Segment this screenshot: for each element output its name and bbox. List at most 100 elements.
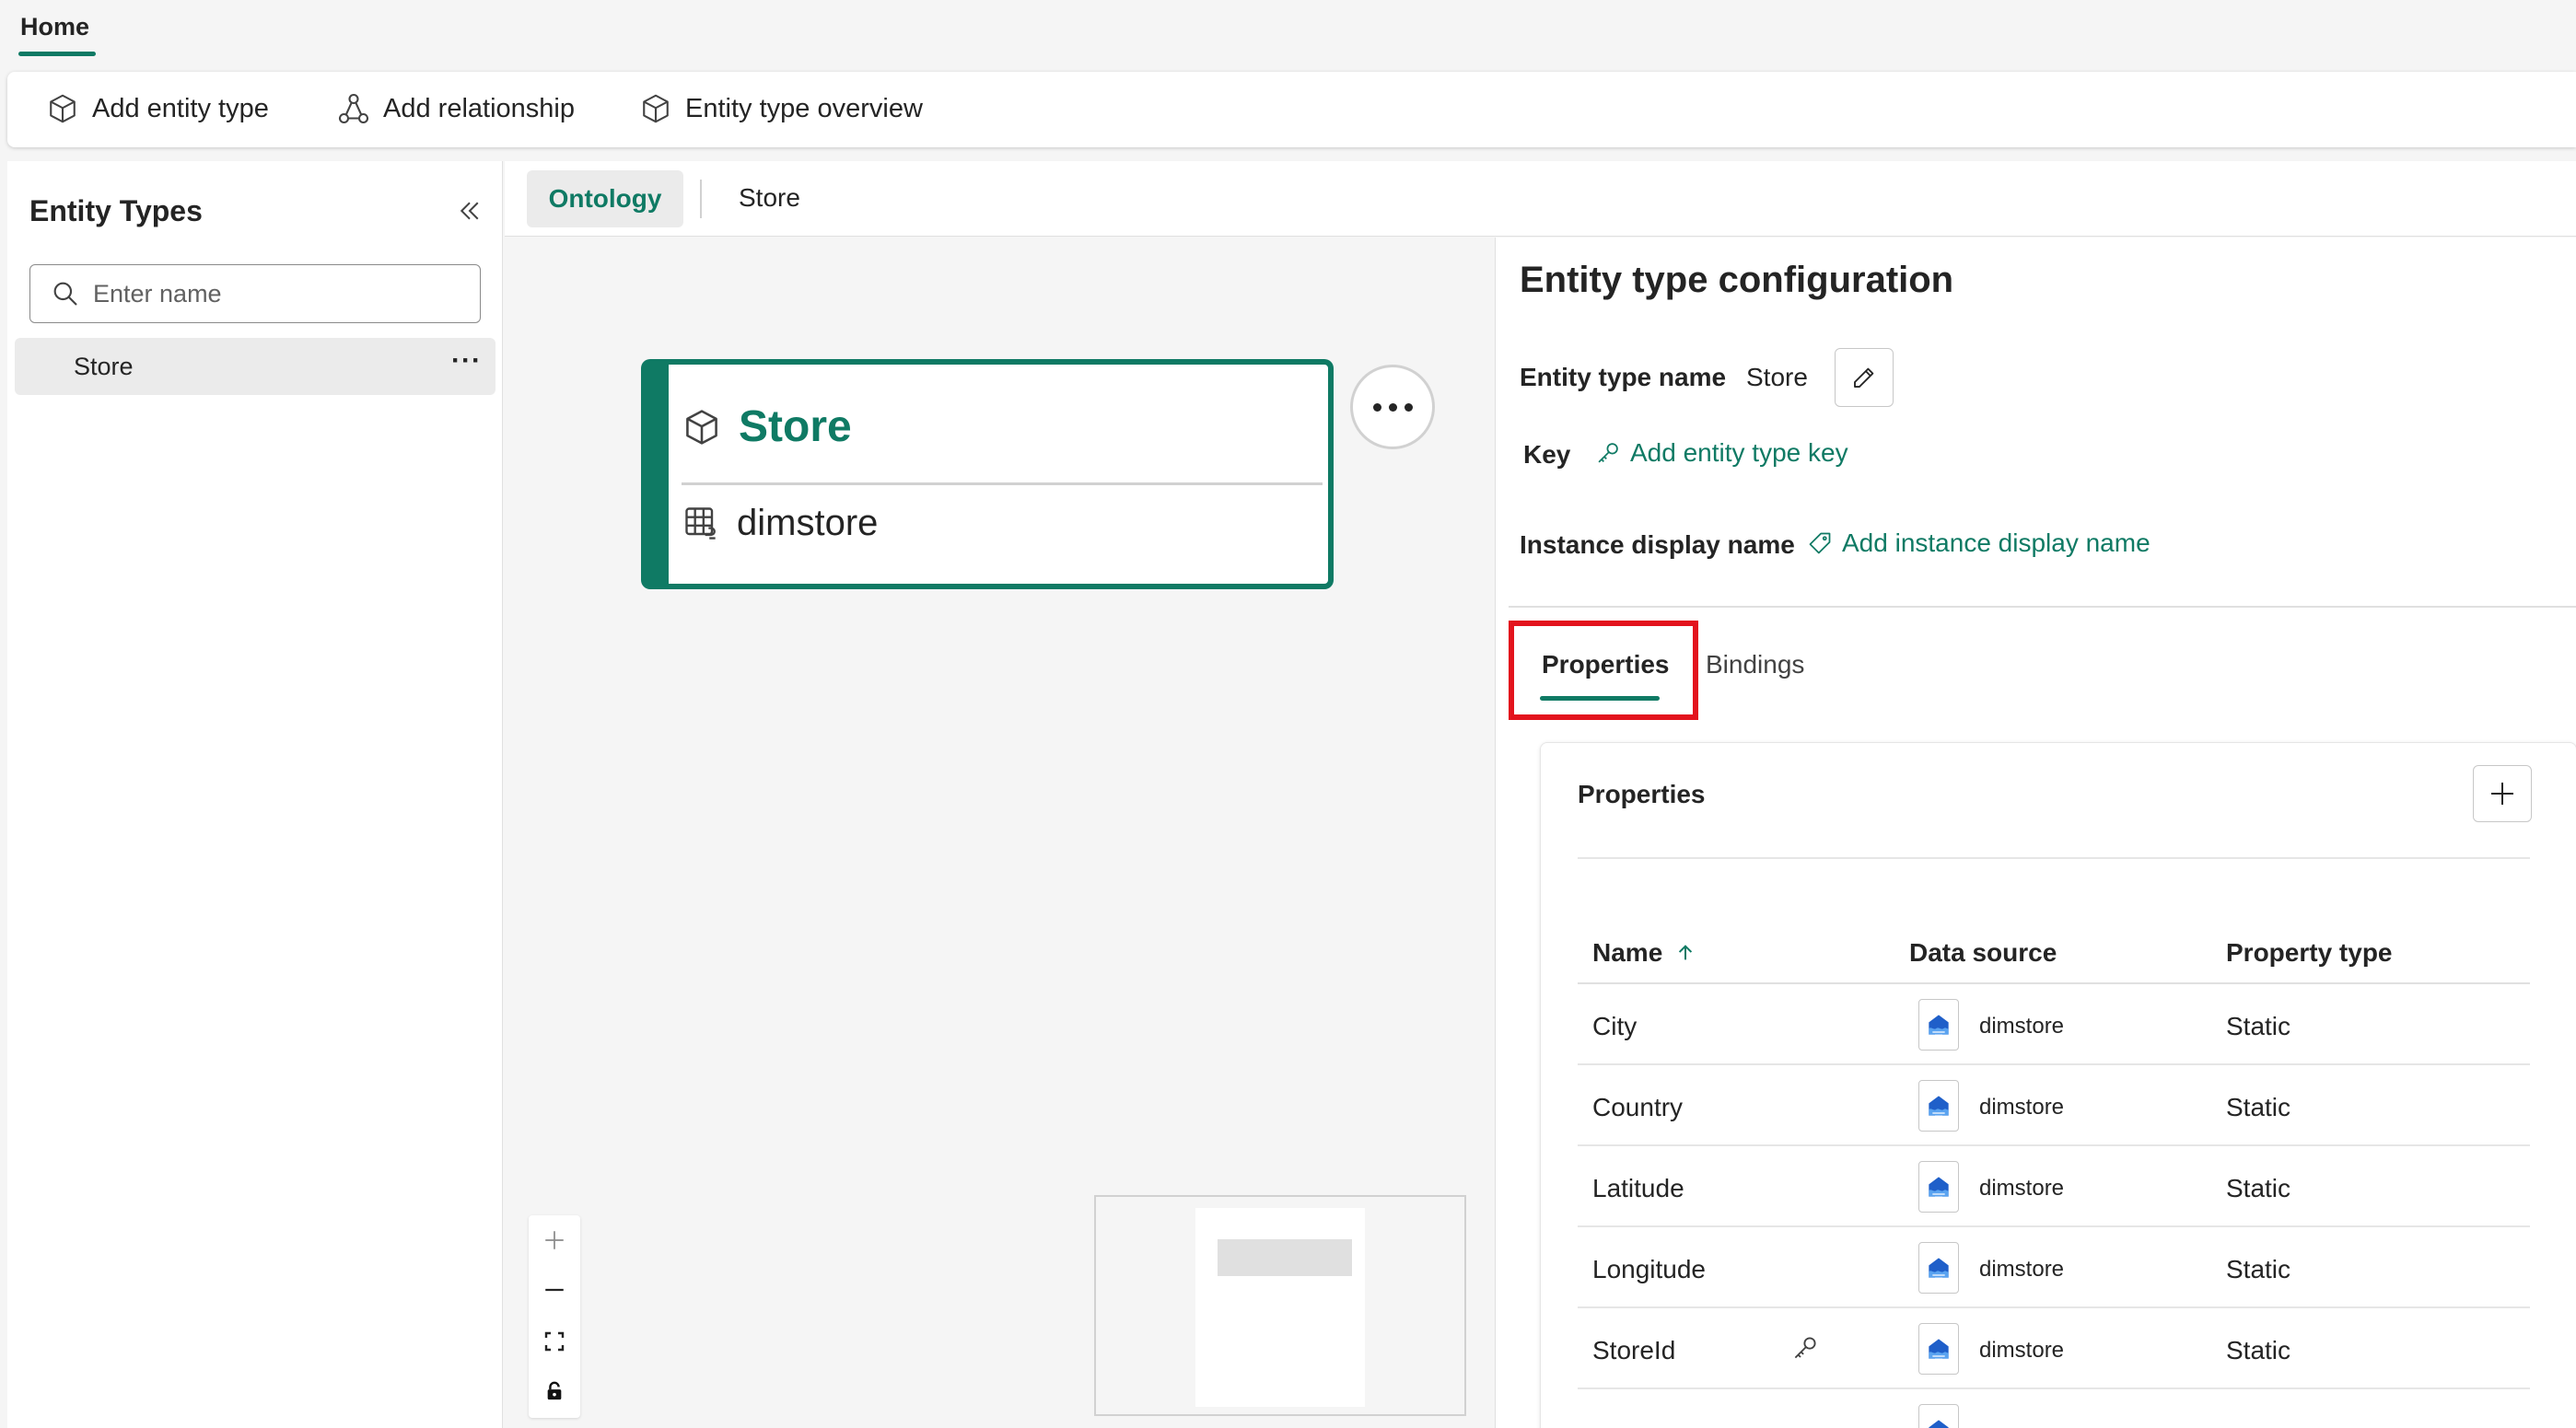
- node-title: Store: [739, 402, 852, 451]
- relationship-icon: [338, 93, 369, 124]
- ontology-canvas[interactable]: Store dimstore: [505, 238, 1495, 1428]
- table-row[interactable]: Longitude dimstore Static: [1578, 1227, 2530, 1308]
- zoom-in-button[interactable]: [529, 1215, 580, 1265]
- lakehouse-icon: [1929, 1258, 1949, 1279]
- config-title: Entity type configuration: [1520, 260, 1954, 300]
- add-entity-type-label: Add entity type: [92, 93, 269, 123]
- zoom-controls: [529, 1215, 580, 1418]
- entity-type-name-value: Store: [1746, 363, 1808, 391]
- tab-ontology[interactable]: Ontology: [527, 170, 683, 227]
- cube-icon: [643, 94, 669, 123]
- tab-home-indicator: [18, 52, 96, 56]
- add-entity-type-key-link[interactable]: Add entity type key: [1595, 438, 1848, 468]
- lakehouse-icon: [1929, 1420, 1949, 1428]
- property-type: Static: [2226, 1012, 2291, 1040]
- table-row[interactable]: Latitude dimstore Static: [1578, 1146, 2530, 1227]
- add-entity-type-key-label: Add entity type key: [1630, 438, 1848, 467]
- add-entity-type-button[interactable]: Add entity type: [46, 90, 269, 127]
- tab-bindings[interactable]: Bindings: [1706, 650, 1804, 679]
- entity-type-overview-label: Entity type overview: [685, 93, 923, 123]
- data-source-icon: [1918, 1404, 1959, 1428]
- column-header-name[interactable]: Name: [1592, 938, 1696, 968]
- properties-card: Properties Name Data source Property typ…: [1540, 742, 2576, 1428]
- entity-list-item-label: Store: [74, 353, 134, 380]
- instance-display-name-label: Instance display name: [1520, 530, 1795, 559]
- minimap-node: [1218, 1239, 1352, 1276]
- lock-button[interactable]: [529, 1366, 580, 1416]
- divider: [1578, 857, 2530, 859]
- data-source-name: dimstore: [1979, 1014, 2065, 1039]
- entity-config-panel: Entity type configuration Entity type na…: [1495, 238, 2576, 1428]
- entity-node-store[interactable]: Store dimstore: [641, 359, 1334, 589]
- lock-icon: [547, 1381, 562, 1400]
- node-source-label: dimstore: [737, 503, 879, 543]
- cube-icon: [50, 94, 76, 123]
- node-divider: [682, 482, 1323, 485]
- tag-icon: [1809, 532, 1831, 554]
- fit-view-button[interactable]: [529, 1317, 580, 1366]
- data-source-name: dimstore: [1979, 1095, 2065, 1120]
- add-property-button[interactable]: [2473, 765, 2532, 822]
- minimap[interactable]: [1094, 1195, 1466, 1416]
- lakehouse-icon: [1929, 1339, 1949, 1360]
- add-relationship-label: Add relationship: [383, 93, 575, 123]
- node-header: Store: [682, 401, 852, 452]
- arrow-up-icon: [1678, 945, 1693, 960]
- data-source-name: dimstore: [1979, 1257, 2065, 1282]
- property-name: Longitude: [1592, 1255, 1707, 1283]
- plus-icon: [2491, 783, 2513, 805]
- highlight-annotation: [1509, 621, 1698, 720]
- key-icon: [1794, 1337, 1816, 1359]
- plus-icon: [545, 1231, 564, 1249]
- lakehouse-icon: [1929, 1177, 1949, 1198]
- panel-title: Entity Types: [29, 194, 203, 227]
- node-more-button[interactable]: [1350, 365, 1435, 449]
- cube-icon: [686, 409, 717, 445]
- data-source-icon: [1918, 999, 1959, 1051]
- entity-types-panel: Entity Types Store ···: [7, 161, 503, 1428]
- table-link-icon: [685, 506, 716, 540]
- data-source-icon: [1918, 1161, 1959, 1213]
- more-options-button[interactable]: ···: [451, 345, 482, 377]
- data-source-icon: [1918, 1080, 1959, 1132]
- property-key-marker: [1791, 1334, 1819, 1366]
- minus-icon: [545, 1288, 564, 1292]
- table-row[interactable]: [1578, 1389, 2530, 1428]
- column-header-property-type[interactable]: Property type: [2226, 938, 2393, 968]
- property-name: City: [1592, 1012, 1638, 1040]
- search-input[interactable]: [93, 279, 461, 308]
- column-header-data-source[interactable]: Data source: [1909, 938, 2057, 968]
- toolbar: Add entity type Add relationship Entity …: [7, 72, 2576, 147]
- pencil-icon: [1854, 367, 1874, 388]
- data-source-icon: [1918, 1242, 1959, 1294]
- search-field[interactable]: [29, 264, 481, 323]
- property-type: Static: [2226, 1174, 2291, 1202]
- key-label: Key: [1523, 440, 1571, 469]
- property-name: Country: [1592, 1093, 1684, 1121]
- edit-name-button[interactable]: [1835, 348, 1894, 407]
- minimap-viewport: [1195, 1208, 1365, 1407]
- tab-divider: [700, 180, 702, 218]
- zoom-out-button[interactable]: [529, 1265, 580, 1315]
- lakehouse-icon: [1929, 1015, 1949, 1036]
- column-header-name-label: Name: [1592, 938, 1663, 967]
- search-icon: [53, 282, 77, 306]
- entity-type-overview-button[interactable]: Entity type overview: [639, 90, 923, 127]
- table-row[interactable]: StoreId dimstore Static: [1578, 1308, 2530, 1389]
- divider: [1509, 606, 2576, 608]
- data-source-name: dimstore: [1979, 1338, 2065, 1363]
- properties-title: Properties: [1578, 780, 1706, 808]
- table-row[interactable]: City dimstore Static: [1578, 984, 2530, 1065]
- tab-store[interactable]: Store: [739, 183, 800, 213]
- add-relationship-button[interactable]: Add relationship: [337, 90, 575, 127]
- collapse-panel-button[interactable]: [451, 192, 488, 229]
- data-source-name: dimstore: [1979, 1176, 2065, 1201]
- property-name: Latitude: [1592, 1174, 1684, 1202]
- tab-home[interactable]: Home: [20, 13, 89, 41]
- table-row[interactable]: Country dimstore Static: [1578, 1065, 2530, 1146]
- property-type: Static: [2226, 1255, 2291, 1283]
- add-instance-display-name-link[interactable]: Add instance display name: [1807, 528, 2151, 558]
- lakehouse-icon: [1929, 1096, 1949, 1117]
- entity-list-item-store[interactable]: Store ···: [15, 338, 495, 395]
- node-source: dimstore: [682, 503, 878, 544]
